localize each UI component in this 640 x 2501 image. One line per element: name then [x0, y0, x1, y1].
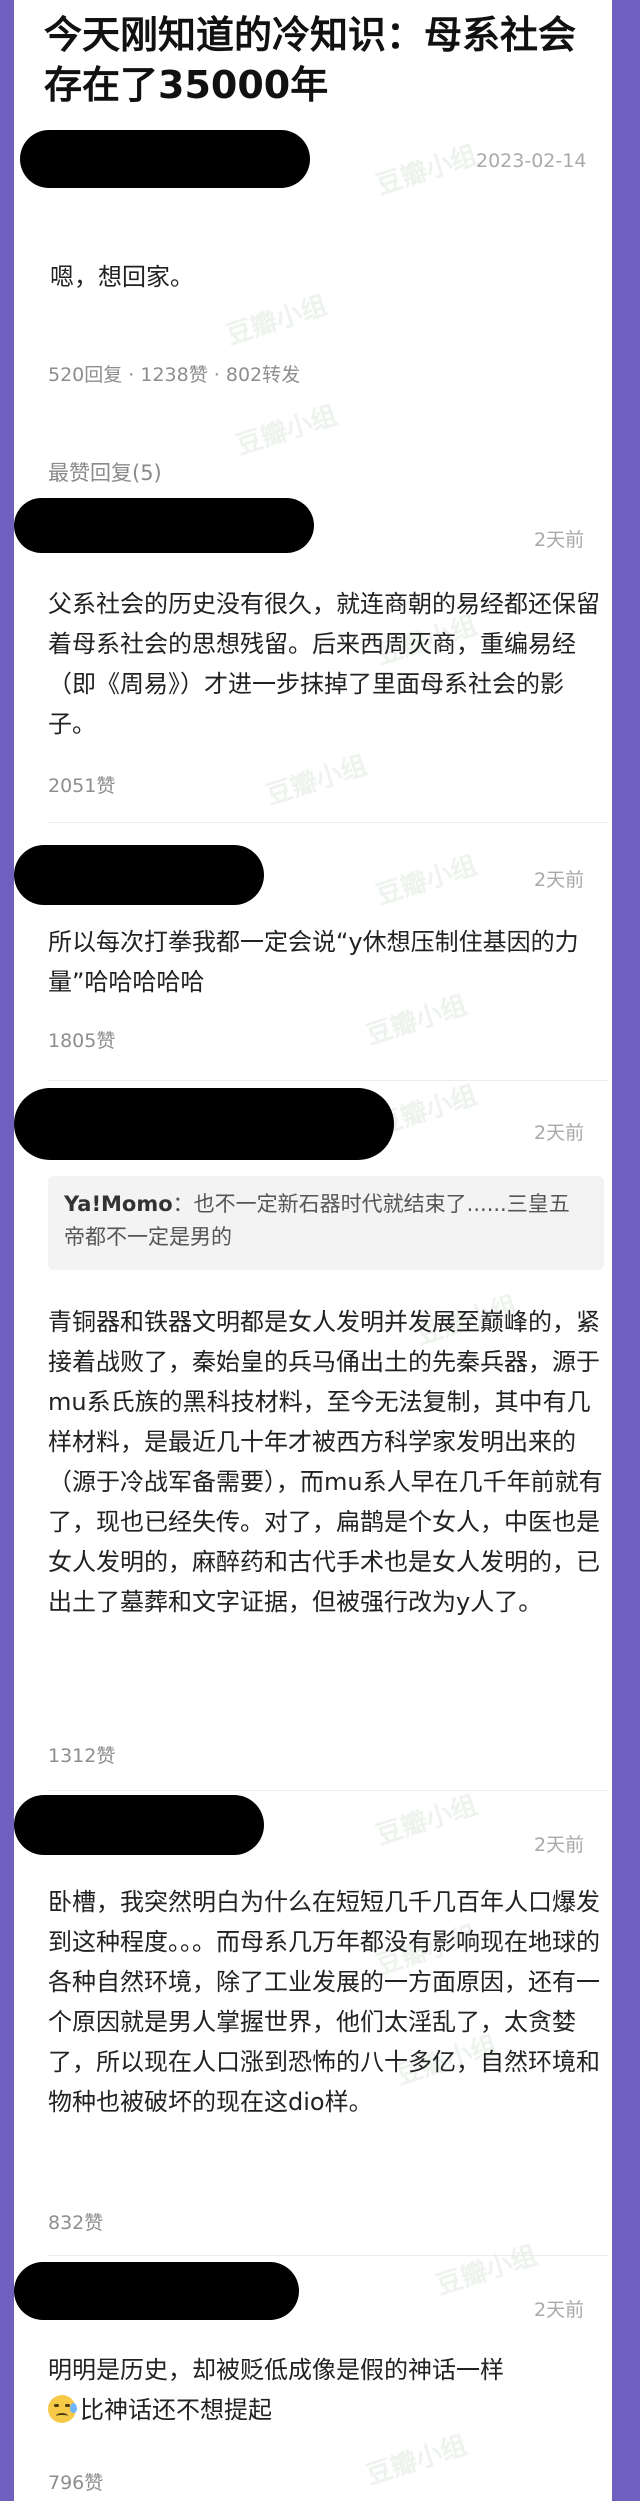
watermark: 豆瓣小组 — [372, 1790, 481, 1852]
divider — [48, 2255, 608, 2256]
redacted-author — [20, 130, 310, 188]
watermark: 豆瓣小组 — [362, 2430, 471, 2492]
comment-time: 2天前 — [534, 529, 585, 551]
redacted-username — [14, 845, 264, 905]
redacted-username — [14, 498, 314, 553]
comment-likes[interactable]: 832赞 — [48, 2208, 103, 2235]
watermark: 豆瓣小组 — [432, 2240, 541, 2302]
watermark: 豆瓣小组 — [372, 850, 481, 912]
comment-likes[interactable]: 1805赞 — [48, 1026, 115, 1053]
post-card: 豆瓣小组 豆瓣小组 豆瓣小组 豆瓣小组 豆瓣小组 豆瓣小组 豆瓣小组 豆瓣小组 … — [14, 0, 612, 2501]
comment-time: 2天前 — [534, 2299, 585, 2321]
post-date: 2023-02-14 — [476, 150, 587, 172]
top-replies-label: 最赞回复(5) — [48, 461, 162, 485]
watermark: 豆瓣小组 — [232, 400, 341, 462]
comment-time: 2天前 — [534, 1834, 585, 1856]
comment-text: 所以每次打拳我都一定会说“y休想压制住基因的力量”哈哈哈哈哈 — [48, 928, 579, 996]
quoted-reply: Ya!Momo：也不一定新石器时代就结束了......三皇五帝都不一定是男的 — [48, 1176, 604, 1270]
comment-text: 卧槽，我突然明白为什么在短短几千几百年人口爆发到这种程度。。。而母系几万年都没有… — [48, 1888, 600, 2116]
divider — [48, 1790, 608, 1791]
comment-likes[interactable]: 2051赞 — [48, 771, 115, 798]
sweat-smile-emoji-icon — [48, 2395, 77, 2423]
watermark: 豆瓣小组 — [262, 750, 371, 812]
watermark: 豆瓣小组 — [222, 290, 331, 352]
comment-text-part: 明明是历史，却被贬低成像是假的神话一样 — [48, 2356, 504, 2384]
comment-time: 2天前 — [534, 869, 585, 891]
divider — [48, 822, 608, 823]
comment-text-part: 比神话还不想提起 — [80, 2396, 272, 2424]
comment-text: 明明是历史，却被贬低成像是假的神话一样 比神话还不想提起 — [48, 2350, 608, 2430]
post-stats: 520回复 · 1238赞 · 802转发 — [48, 364, 301, 386]
comment-time: 2天前 — [534, 1122, 585, 1144]
comment-likes[interactable]: 796赞 — [48, 2468, 103, 2495]
comment-text: 父系社会的历史没有很久，就连商朝的易经都还保留着母系社会的思想残留。后来西周灭商… — [48, 590, 600, 738]
redacted-username — [14, 1088, 394, 1160]
watermark: 豆瓣小组 — [372, 140, 481, 202]
comment-text: 青铜器和铁器文明都是女人发明并发展至巅峰的，紧接着战败了，秦始皇的兵马俑出土的先… — [48, 1308, 603, 1616]
post-title: 今天刚知道的冷知识：母系社会存在了35000年 — [44, 13, 577, 107]
comment-likes[interactable]: 1312赞 — [48, 1741, 115, 1768]
quote-author[interactable]: Ya!Momo — [64, 1192, 173, 1216]
redacted-username — [14, 1795, 264, 1855]
post-content: 嗯，想回家。 — [50, 263, 194, 291]
redacted-username — [14, 2262, 299, 2320]
divider — [48, 1080, 608, 1081]
